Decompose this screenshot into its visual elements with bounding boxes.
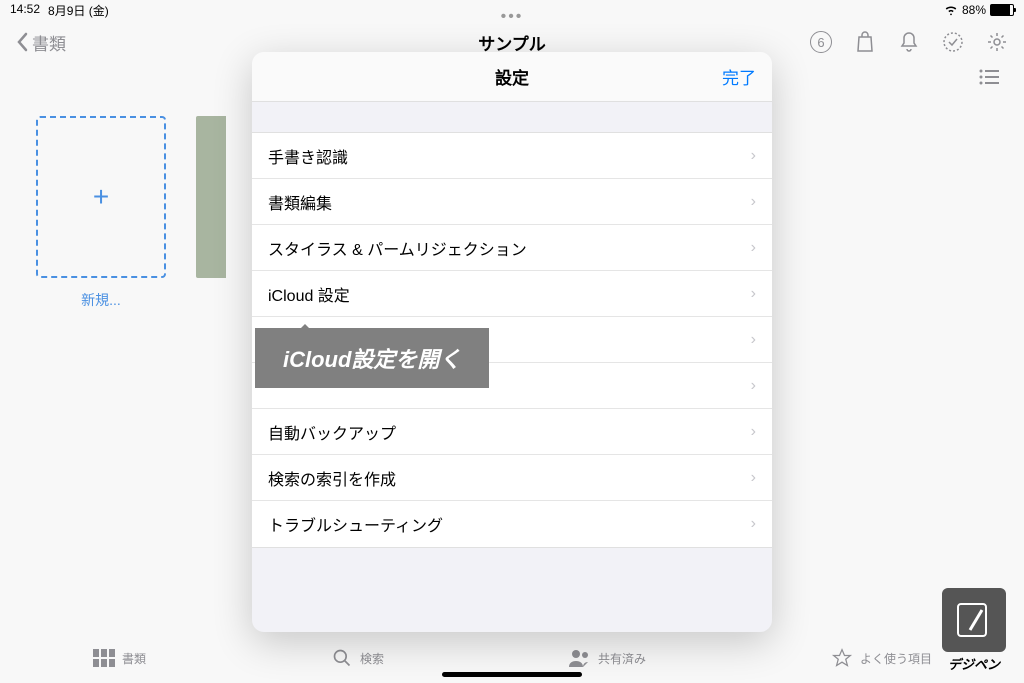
brand-logo: デジペン — [934, 588, 1014, 673]
settings-row-icloud[interactable]: iCloud 設定 › — [252, 271, 772, 317]
chevron-right-icon: › — [751, 193, 756, 211]
brand-name: デジペン — [934, 654, 1014, 673]
modal-overlay: 設定 完了 手書き認識 › 書類編集 › スタイラス & パームリジェクション › i… — [0, 0, 1024, 683]
row-label: iCloud 設定 — [268, 282, 350, 306]
settings-row-document-edit[interactable]: 書類編集 › — [252, 179, 772, 225]
chevron-right-icon: › — [751, 377, 756, 395]
modal-header: 設定 完了 — [252, 52, 772, 102]
settings-row-troubleshoot[interactable]: トラブルシューティング › — [252, 501, 772, 547]
row-label: 書類編集 — [268, 190, 332, 214]
row-label: 検索の索引を作成 — [268, 466, 396, 490]
settings-row-stylus[interactable]: スタイラス & パームリジェクション › — [252, 225, 772, 271]
chevron-right-icon: › — [751, 515, 756, 533]
settings-row-backup[interactable]: 自動バックアップ › — [252, 409, 772, 455]
callout-annotation: iCloud設定を開く — [255, 328, 489, 388]
row-label: 手書き認識 — [268, 144, 348, 168]
brand-icon — [942, 588, 1006, 652]
chevron-right-icon: › — [751, 285, 756, 303]
row-label: スタイラス & パームリジェクション — [268, 236, 527, 260]
done-button[interactable]: 完了 — [722, 64, 756, 89]
row-label: 自動バックアップ — [268, 420, 396, 444]
chevron-right-icon: › — [751, 331, 756, 349]
row-label: トラブルシューティング — [268, 512, 443, 536]
settings-row-search-index[interactable]: 検索の索引を作成 › — [252, 455, 772, 501]
chevron-right-icon: › — [751, 469, 756, 487]
chevron-right-icon: › — [751, 239, 756, 257]
chevron-right-icon: › — [751, 423, 756, 441]
chevron-right-icon: › — [751, 147, 756, 165]
settings-row-handwriting[interactable]: 手書き認識 › — [252, 133, 772, 179]
modal-title: 設定 — [495, 64, 529, 89]
